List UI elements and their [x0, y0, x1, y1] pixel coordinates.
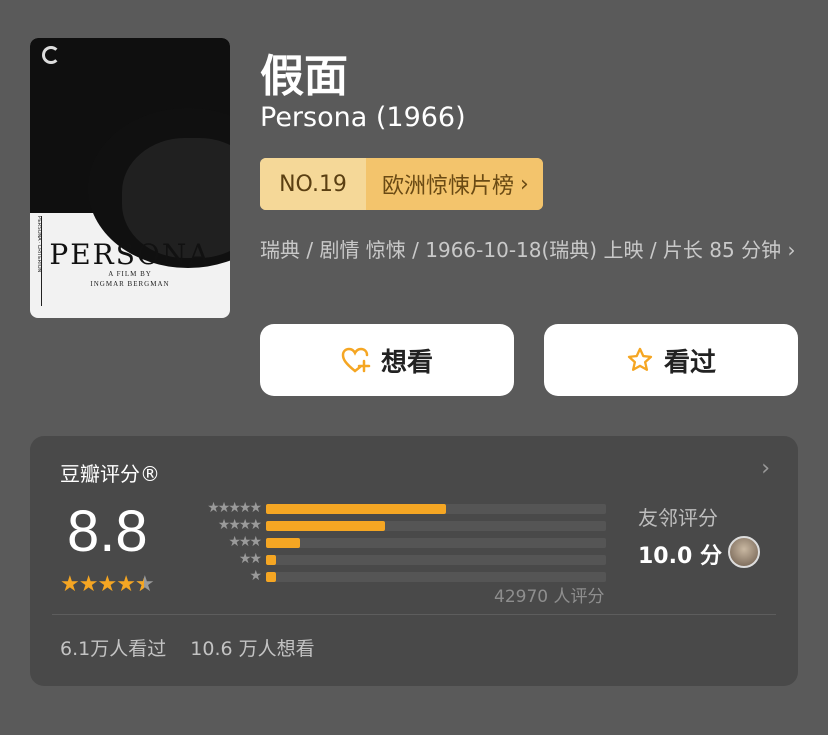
movie-title-en: Persona (1966)	[260, 102, 466, 133]
movie-title-cn: 假面	[260, 51, 348, 102]
star-full-icon: ★	[116, 572, 136, 597]
chevron-right-icon: ›	[520, 171, 529, 197]
star-outline-icon	[627, 347, 653, 371]
chevron-right-icon: ›	[787, 238, 796, 262]
criterion-logo-icon	[42, 46, 60, 64]
rating-stars: ★★★★★	[60, 572, 155, 597]
rating-card[interactable]: 豆瓣评分® › 8.8 ★★★★★ ★★★★★★★★★★★★★★★ 42970 …	[30, 436, 798, 686]
distribution-bar-track	[266, 538, 606, 548]
distribution-bar-2-star	[266, 555, 277, 565]
distribution-stars-4: ★★★★	[217, 517, 262, 533]
star-half-icon: ★	[135, 572, 155, 597]
star-full-icon: ★	[97, 572, 117, 597]
poster-credit-line2: INGMAR BERGMAN	[90, 280, 170, 288]
rating-score: 8.8	[67, 499, 148, 564]
distribution-bar-4-star	[266, 521, 385, 531]
rank-list-link[interactable]: 欧洲惊悚片榜 ›	[366, 158, 543, 210]
star-full-icon: ★	[78, 572, 99, 597]
rank-badge[interactable]: NO.19 欧洲惊悚片榜 ›	[260, 158, 543, 210]
divider	[52, 614, 776, 615]
star-full-icon: ★	[60, 572, 80, 597]
distribution-stars-5: ★★★★★	[207, 500, 262, 516]
want-to-watch-button[interactable]: 想看	[260, 324, 514, 396]
watch-stats: 6.1万人看过 10.6 万人想看	[60, 634, 333, 661]
rank-number: NO.19	[260, 158, 366, 210]
rank-list-label: 欧洲惊悚片榜	[382, 174, 515, 199]
movie-meta-text: 瑞典 / 剧情 惊悚 / 1966-10-18(瑞典) 上映 / 片长 85 分…	[260, 238, 782, 262]
distribution-bar-track	[266, 521, 606, 531]
watched-label: 看过	[663, 347, 716, 378]
distribution-bar-1-star	[266, 572, 277, 582]
avatar[interactable]	[728, 536, 760, 568]
distribution-stars-3: ★★★	[228, 534, 262, 550]
movie-poster[interactable]: PERSONA · CRITERION PERSONA A FILM BY IN…	[30, 38, 230, 318]
distribution-bar-track	[266, 504, 606, 514]
friend-rating-label: 友邻评分	[638, 506, 718, 530]
chevron-right-icon[interactable]: ›	[761, 456, 770, 481]
want-to-watch-label: 想看	[380, 347, 433, 378]
distribution-stars-2: ★★	[238, 551, 262, 567]
vote-count: 42970 人评分	[494, 587, 605, 607]
distribution-bar-track	[266, 572, 606, 582]
poster-title: PERSONA	[49, 238, 211, 271]
friend-rating-score: 10.0 分	[638, 544, 722, 569]
rating-title: 豆瓣评分®	[60, 462, 160, 486]
distribution-bar-track	[266, 555, 606, 565]
distribution-bar-5-star	[266, 504, 447, 514]
seen-count[interactable]: 6.1万人看过	[60, 638, 166, 660]
distribution-bar-3-star	[266, 538, 300, 548]
heart-plus-icon	[341, 347, 371, 373]
watched-button[interactable]: 看过	[544, 324, 798, 396]
want-count[interactable]: 10.6 万人想看	[190, 638, 314, 660]
distribution-stars-1: ★	[249, 568, 262, 584]
poster-credit-line1: A FILM BY	[108, 270, 152, 278]
movie-meta-info[interactable]: 瑞典 / 剧情 惊悚 / 1966-10-18(瑞典) 上映 / 片长 85 分…	[260, 232, 805, 269]
